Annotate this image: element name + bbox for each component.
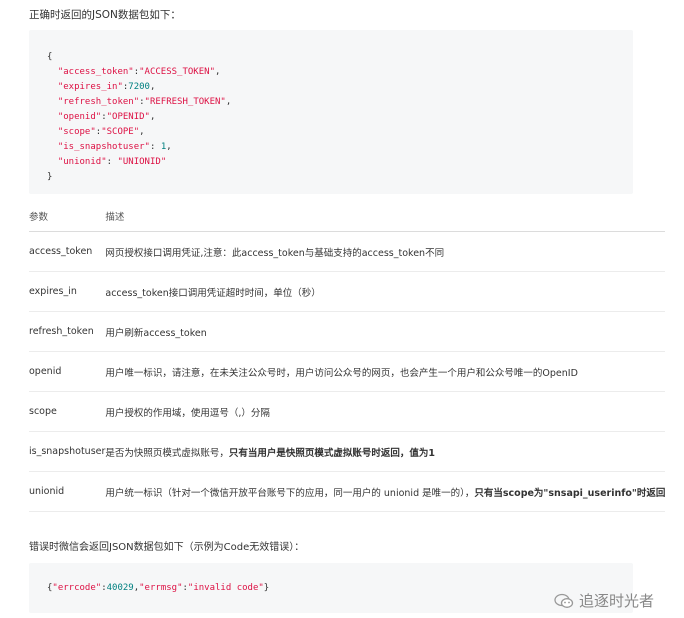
desc-text: 用户唯一标识，请注意，在未关注公众号时，用户访问公众号的网页，也会产生一个用户和…: [105, 367, 578, 379]
table-row: unionid 用户统一标识（针对一个微信开放平台账号下的应用，同一用户的 uni…: [29, 471, 666, 512]
header-desc: 描述: [105, 200, 666, 232]
desc-bold-text: 只有当用户是快照页模式虚拟账号时返回，值为1: [228, 447, 436, 459]
param-name: openid: [29, 351, 106, 392]
desc-bold-text: 只有当scope为"snsapi_userinfo"时返回: [474, 487, 666, 499]
param-desc: 用户统一标识（针对一个微信开放平台账号下的应用，同一用户的 unionid 是唯…: [105, 471, 666, 512]
desc-text: 用户授权的作用域，使用逗号（,）分隔: [105, 407, 270, 419]
watermark-text: 追逐时光者: [578, 592, 654, 610]
param-name: expires_in: [29, 271, 106, 312]
table-header-row: 参数 描述: [29, 200, 666, 232]
error-code-block: {"errcode":40029,"errmsg":"invalid code"…: [29, 563, 633, 613]
params-table: 参数 描述 access_token 网页授权接口调用凭证,注意：此access_…: [29, 200, 666, 512]
param-name: access_token: [29, 231, 106, 272]
desc-text: access_token接口调用凭证超时时间，单位（秒）: [105, 287, 321, 299]
table-row: refresh_token 用户刷新access_token: [29, 311, 666, 352]
param-desc: 用户唯一标识，请注意，在未关注公众号时，用户访问公众号的网页，也会产生一个用户和…: [105, 351, 666, 392]
success-code-block: { "access_token":"ACCESS_TOKEN", "expire…: [29, 30, 633, 194]
wechat-icon: [554, 593, 574, 608]
param-name: scope: [29, 391, 106, 432]
param-name: is_snapshotuser: [29, 431, 106, 472]
intro-text: 正确时返回的JSON数据包如下：: [29, 9, 181, 21]
desc-text: 网页授权接口调用凭证,注意：此access_token与基础支持的access_…: [105, 247, 445, 259]
param-desc: 用户授权的作用域，使用逗号（,）分隔: [105, 391, 666, 432]
watermark: 追逐时光者: [554, 590, 654, 611]
table-row: is_snapshotuser 是否为快照页模式虚拟账号，只有当用户是快照页模式虚…: [29, 431, 666, 472]
desc-text: 用户统一标识（针对一个微信开放平台账号下的应用，同一用户的 unionid 是唯…: [105, 487, 475, 499]
table-row: scope 用户授权的作用域，使用逗号（,）分隔: [29, 391, 666, 432]
error-code: {"errcode":40029,"errmsg":"invalid code"…: [47, 583, 270, 593]
param-name: unionid: [29, 471, 106, 512]
success-code: { "access_token":"ACCESS_TOKEN", "expire…: [47, 52, 232, 182]
desc-text: 用户刷新access_token: [105, 327, 207, 339]
desc-text: 是否为快照页模式虚拟账号，: [105, 447, 229, 459]
param-desc: access_token接口调用凭证超时时间，单位（秒）: [105, 271, 666, 312]
table-row: openid 用户唯一标识，请注意，在未关注公众号时，用户访问公众号的网页，也会产…: [29, 351, 666, 392]
table-row: expires_in access_token接口调用凭证超时时间，单位（秒）: [29, 271, 666, 312]
table-row: access_token 网页授权接口调用凭证,注意：此access_token与…: [29, 231, 666, 272]
param-desc: 用户刷新access_token: [105, 311, 666, 352]
header-param: 参数: [29, 200, 106, 232]
error-title: 错误时微信会返回JSON数据包如下（示例为Code无效错误）：: [29, 542, 305, 553]
param-desc: 是否为快照页模式虚拟账号，只有当用户是快照页模式虚拟账号时返回，值为1: [105, 431, 666, 472]
param-name: refresh_token: [29, 311, 106, 352]
param-desc: 网页授权接口调用凭证,注意：此access_token与基础支持的access_…: [105, 231, 666, 272]
